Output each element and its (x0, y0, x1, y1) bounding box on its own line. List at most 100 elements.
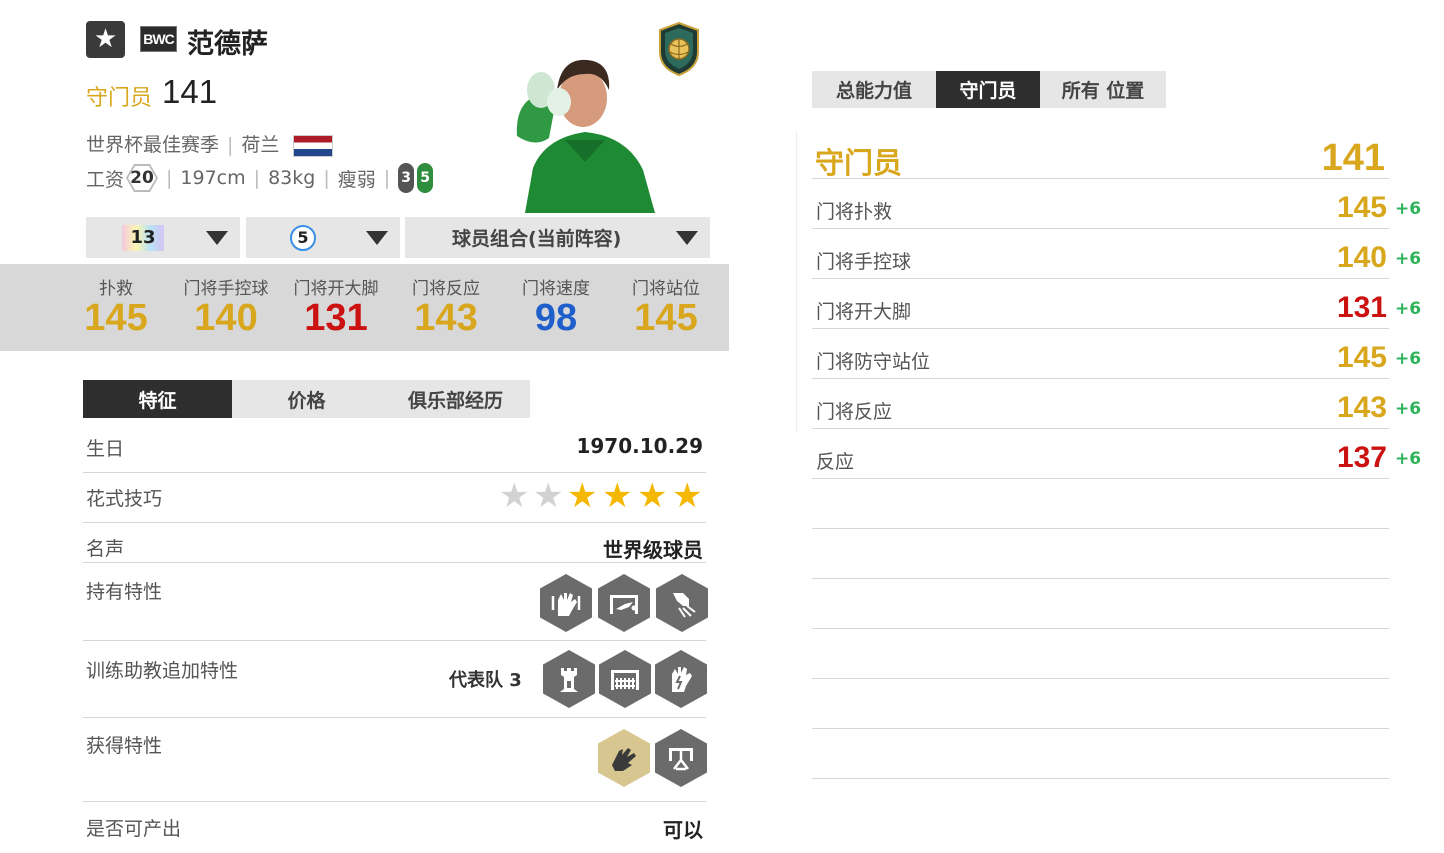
dotted-guide (796, 132, 797, 432)
trait-gloves-icon[interactable] (540, 574, 592, 632)
dropdown-arrow-icon (366, 231, 388, 245)
empty-row-divider (812, 628, 1389, 629)
season-name: 世界杯最佳赛季 (86, 134, 220, 156)
fame-value: 世界级球员 (603, 538, 703, 562)
stat-reflexes: 门将反应 143 (391, 274, 501, 340)
stat-label: 门将站位 (632, 279, 700, 299)
skill-star-icon: ★ (567, 476, 598, 516)
stat-value: 98 (534, 297, 578, 339)
attr-bonus: +6 (1395, 349, 1422, 369)
producible-value: 可以 (663, 818, 703, 842)
stat-value: 143 (414, 297, 478, 339)
favorite-star-icon[interactable]: ★ (86, 21, 125, 58)
right-foot-icon: 5 (417, 163, 434, 193)
netherlands-flag-icon (293, 134, 334, 157)
combo-selector[interactable]: 球员组合(当前阵容) (405, 217, 710, 258)
empty-row-divider (812, 528, 1389, 529)
coach-team-value: 代表队 3 (449, 670, 522, 691)
attr-bonus: +6 (1395, 399, 1422, 419)
stat-diving: 扑救 145 (61, 274, 171, 340)
tab-club-history[interactable]: 俱乐部经历 (381, 380, 530, 418)
attr-value: 145 (1336, 341, 1387, 374)
detail-tabs: 特征 价格 俱乐部经历 (83, 380, 530, 418)
level-selector[interactable]: 5 (246, 217, 400, 258)
trait-fence-icon[interactable] (599, 650, 651, 708)
stat-handling: 门将手控球 140 (171, 274, 281, 340)
attr-value: 137 (1336, 441, 1387, 474)
fame-label: 名声 (86, 538, 125, 560)
empty-row-divider (812, 578, 1389, 579)
trait-glove-lightning-icon[interactable] (655, 650, 707, 708)
overall-rating: 141 (162, 73, 218, 110)
empty-row-divider (812, 778, 1389, 779)
wage-label: 工资 (86, 168, 125, 191)
dropdown-arrow-icon (676, 231, 698, 245)
season-badge: BWC (140, 26, 177, 52)
tab-all-positions[interactable]: 所有 位置 (1040, 71, 1166, 108)
acquired-traits-label: 获得特性 (86, 735, 163, 757)
birthday-label: 生日 (86, 438, 125, 460)
acquired-goal-sweep-icon[interactable] (655, 729, 707, 787)
coach-traits-label: 训练助教追加特性 (86, 660, 239, 682)
upgrade-level-badge: 13 (122, 224, 164, 251)
divider (83, 472, 706, 473)
skill-star-icon: ★ (672, 476, 703, 516)
divider (812, 178, 1389, 179)
body-type: 瘦弱 (337, 168, 376, 191)
combo-label: 球员组合(当前阵容) (452, 228, 622, 250)
skill-star-icon: ★ (499, 476, 530, 516)
producible-label: 是否可产出 (86, 818, 182, 840)
attr-bonus: +6 (1395, 249, 1422, 269)
attr-label: 反应 (816, 451, 855, 473)
stat-value: 131 (304, 297, 368, 339)
empty-row-divider (812, 678, 1389, 679)
stat-value: 145 (84, 297, 148, 339)
empty-row-divider (812, 728, 1389, 729)
player-photo (505, 50, 665, 213)
divider (83, 562, 706, 563)
tab-overall[interactable]: 总能力值 (812, 71, 936, 108)
trait-tower-icon[interactable] (543, 650, 595, 708)
stat-label: 门将手控球 (183, 279, 269, 299)
tab-traits[interactable]: 特征 (83, 380, 232, 418)
attr-bonus: +6 (1395, 299, 1422, 319)
birthday-value: 1970.10.29 (576, 434, 703, 458)
wage-value: 20 (128, 166, 157, 190)
trait-punch-icon[interactable] (656, 574, 708, 632)
divider (83, 640, 706, 641)
height: 197cm (180, 167, 246, 189)
skill-star-icon: ★ (602, 476, 633, 516)
attr-value: 143 (1336, 391, 1387, 424)
left-foot-icon: 3 (398, 163, 415, 193)
upgrade-selector[interactable]: 13 (86, 217, 240, 258)
divider (812, 328, 1389, 329)
attr-label: 门将手控球 (816, 251, 912, 273)
skill-star-icon: ★ (533, 476, 564, 516)
tab-price[interactable]: 价格 (232, 380, 381, 418)
player-name: 范德萨 (187, 29, 268, 60)
stat-label: 门将反应 (412, 279, 480, 299)
level-badge: 5 (290, 224, 316, 251)
acquired-gloves-icon[interactable] (598, 729, 650, 787)
divider (812, 378, 1389, 379)
stat-label: 门将开大脚 (293, 279, 379, 299)
tab-goalkeeper[interactable]: 守门员 (936, 71, 1040, 108)
attr-label: 门将扑救 (816, 201, 893, 223)
weight: 83kg (268, 167, 316, 189)
dropdown-arrow-icon (206, 231, 228, 245)
divider (812, 478, 1389, 479)
skill-star-icon: ★ (637, 476, 668, 516)
stat-value: 145 (634, 297, 698, 339)
stat-label: 扑救 (99, 279, 133, 299)
attr-bonus: +6 (1395, 199, 1422, 219)
stat-kicking: 门将开大脚 131 (281, 274, 391, 340)
stat-positioning: 门将站位 145 (611, 274, 721, 340)
position-ovr: 141 (1321, 137, 1385, 179)
divider (812, 428, 1389, 429)
traits-label: 持有特性 (86, 581, 163, 603)
trait-diving-goal-icon[interactable] (598, 574, 650, 632)
attr-label: 门将开大脚 (816, 301, 912, 323)
wage-badge: 20 (126, 164, 159, 192)
divider (83, 522, 706, 523)
divider (812, 228, 1389, 229)
